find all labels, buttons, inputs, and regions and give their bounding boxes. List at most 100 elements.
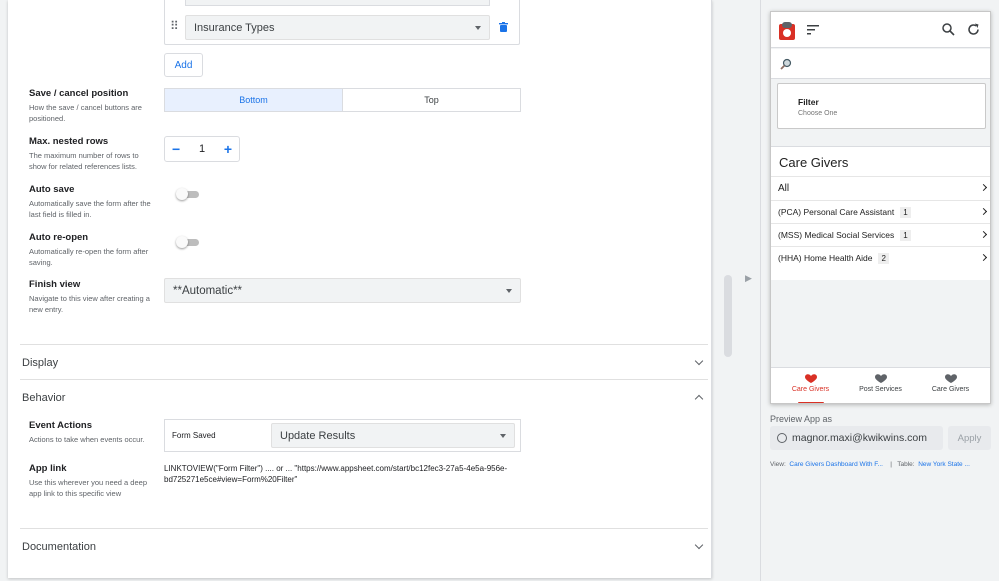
event-action-value: Update Results	[280, 429, 356, 442]
reference-type-value: Insurance Types	[194, 21, 275, 34]
care-givers-list: Care Givers All (PCA) Personal Care Assi…	[771, 146, 990, 280]
save-cancel-position-toggle: Bottom Top	[164, 88, 521, 112]
hands-heart-icon	[874, 374, 887, 383]
separator: |	[890, 461, 892, 468]
collapse-preview-icon[interactable]: ▶	[745, 273, 752, 284]
account-icon	[777, 433, 787, 443]
list-item-label: All	[778, 182, 790, 194]
list-title: Care Givers	[779, 155, 849, 170]
chevron-up-icon	[694, 394, 704, 404]
nav-care-givers-active[interactable]: Care Givers	[774, 373, 847, 393]
list-item[interactable]: (PCA) Personal Care Assistant 1	[771, 200, 990, 223]
behavior-section-header[interactable]: Behavior	[20, 379, 708, 415]
form-view-settings-panel: ⠿ Insurance Types Add Save / cancel posi…	[8, 0, 712, 578]
magnifier-icon	[780, 58, 792, 70]
list-item-label: (MSS) Medical Social Services	[778, 230, 895, 240]
preview-search-bar[interactable]	[771, 49, 990, 79]
section-title: Display	[22, 356, 59, 369]
setting-title: Save / cancel position	[29, 88, 129, 99]
finish-view-setting: Finish view Navigate to this view after …	[29, 279, 157, 315]
list-item[interactable]: All	[771, 176, 990, 199]
event-actions-setting: Event Actions Actions to take when event…	[29, 420, 157, 445]
drag-handle-icon[interactable]: ⠿	[170, 19, 179, 33]
add-reference-button[interactable]: Add	[164, 53, 203, 77]
preview-user-email-field[interactable]: magnor.maxi@kwikwins.com	[770, 426, 943, 450]
editor-scrollbar[interactable]	[724, 275, 732, 357]
max-nested-rows-setting: Max. nested rows The maximum number of r…	[29, 136, 157, 172]
chevron-right-icon	[979, 207, 988, 216]
table-link[interactable]: New York State ...	[918, 461, 970, 468]
option-bottom[interactable]: Bottom	[165, 89, 343, 111]
setting-description: Actions to take when events occur.	[29, 435, 145, 444]
auto-save-toggle[interactable]	[176, 188, 200, 200]
trash-icon[interactable]	[499, 22, 508, 32]
count-badge: 2	[878, 252, 889, 264]
view-link[interactable]: Care Givers Dashboard With F...	[789, 461, 883, 468]
previous-reference-field[interactable]	[185, 0, 490, 6]
event-action-row: Form Saved Update Results	[164, 419, 521, 452]
section-title: Documentation	[22, 540, 96, 553]
save-cancel-setting: Save / cancel position How the save / ca…	[29, 88, 157, 124]
filter-title: Filter	[798, 97, 819, 107]
finish-view-select[interactable]: **Automatic**	[164, 278, 521, 303]
search-icon[interactable]	[942, 23, 955, 36]
chevron-right-icon	[979, 253, 988, 262]
setting-title: Auto re-open	[29, 232, 89, 243]
list-item-label: (HHA) Home Health Aide	[778, 253, 873, 263]
preview-bottom-nav: Care Givers Post Services Care Givers	[771, 367, 990, 403]
count-badge: 1	[900, 206, 911, 218]
table-label: Table:	[897, 461, 915, 468]
nav-label: Post Services	[859, 386, 902, 393]
toggle-knob	[176, 188, 188, 200]
nav-care-givers[interactable]: Care Givers	[914, 373, 987, 393]
app-link-value[interactable]: LINKTOVIEW("Form Filter") .... or ... "h…	[164, 463, 524, 485]
increment-icon[interactable]: +	[224, 141, 232, 157]
refresh-icon[interactable]	[967, 23, 980, 36]
sort-icon[interactable]	[807, 25, 819, 35]
section-title: Behavior	[22, 391, 66, 404]
chevron-down-icon	[694, 356, 704, 366]
chevron-down-icon	[506, 288, 512, 293]
stepper-value[interactable]: 1	[199, 143, 205, 155]
setting-title: Finish view	[29, 279, 81, 290]
active-nav-indicator	[798, 402, 824, 403]
device-preview: Filter Choose One Care Givers All (PCA) …	[770, 11, 991, 404]
documentation-section-header[interactable]: Documentation	[20, 528, 708, 564]
hands-heart-icon	[804, 374, 817, 383]
list-item[interactable]: (MSS) Medical Social Services 1	[771, 223, 990, 246]
list-item-label: (PCA) Personal Care Assistant	[778, 207, 895, 217]
auto-save-setting: Auto save Automatically save the form af…	[29, 184, 157, 220]
preview-view-meta: View: Care Givers Dashboard With F... | …	[770, 461, 970, 468]
setting-description: Automatically re-open the form after sav…	[29, 247, 149, 267]
decrement-icon[interactable]: −	[172, 141, 180, 157]
preview-app-bar	[771, 12, 990, 48]
setting-description: Navigate to this view after creating a n…	[29, 294, 150, 314]
setting-description: How the save / cancel buttons are positi…	[29, 103, 142, 123]
chevron-down-icon	[694, 540, 704, 550]
view-label: View:	[770, 461, 786, 468]
list-item[interactable]: (HHA) Home Health Aide 2	[771, 246, 990, 269]
event-label: Form Saved	[172, 431, 216, 440]
setting-description: Use this wherever you need a deep app li…	[29, 478, 147, 498]
apply-button[interactable]: Apply	[948, 426, 991, 450]
reference-type-select[interactable]: Insurance Types	[185, 15, 490, 40]
setting-description: Automatically save the form after the la…	[29, 199, 151, 219]
setting-title: Auto save	[29, 184, 75, 195]
auto-reopen-toggle[interactable]	[176, 236, 200, 248]
filter-field[interactable]: Filter Choose One	[777, 83, 986, 129]
preview-email-value: magnor.maxi@kwikwins.com	[792, 432, 927, 444]
event-action-select[interactable]: Update Results	[271, 423, 515, 448]
nav-post-services[interactable]: Post Services	[844, 373, 917, 393]
setting-title: Event Actions	[29, 420, 92, 431]
chevron-down-icon	[475, 25, 481, 30]
filter-placeholder: Choose One	[798, 110, 838, 117]
finish-view-value: **Automatic**	[173, 284, 243, 297]
chevron-down-icon	[500, 433, 506, 438]
auto-reopen-setting: Auto re-open Automatically re-open the f…	[29, 232, 157, 268]
count-badge: 1	[900, 229, 911, 241]
app-editor-page: ⠿ Insurance Types Add Save / cancel posi…	[0, 0, 999, 581]
option-top[interactable]: Top	[343, 89, 520, 111]
nav-label: Care Givers	[791, 386, 830, 393]
display-section-header[interactable]: Display	[20, 344, 708, 380]
toggle-knob	[176, 236, 188, 248]
